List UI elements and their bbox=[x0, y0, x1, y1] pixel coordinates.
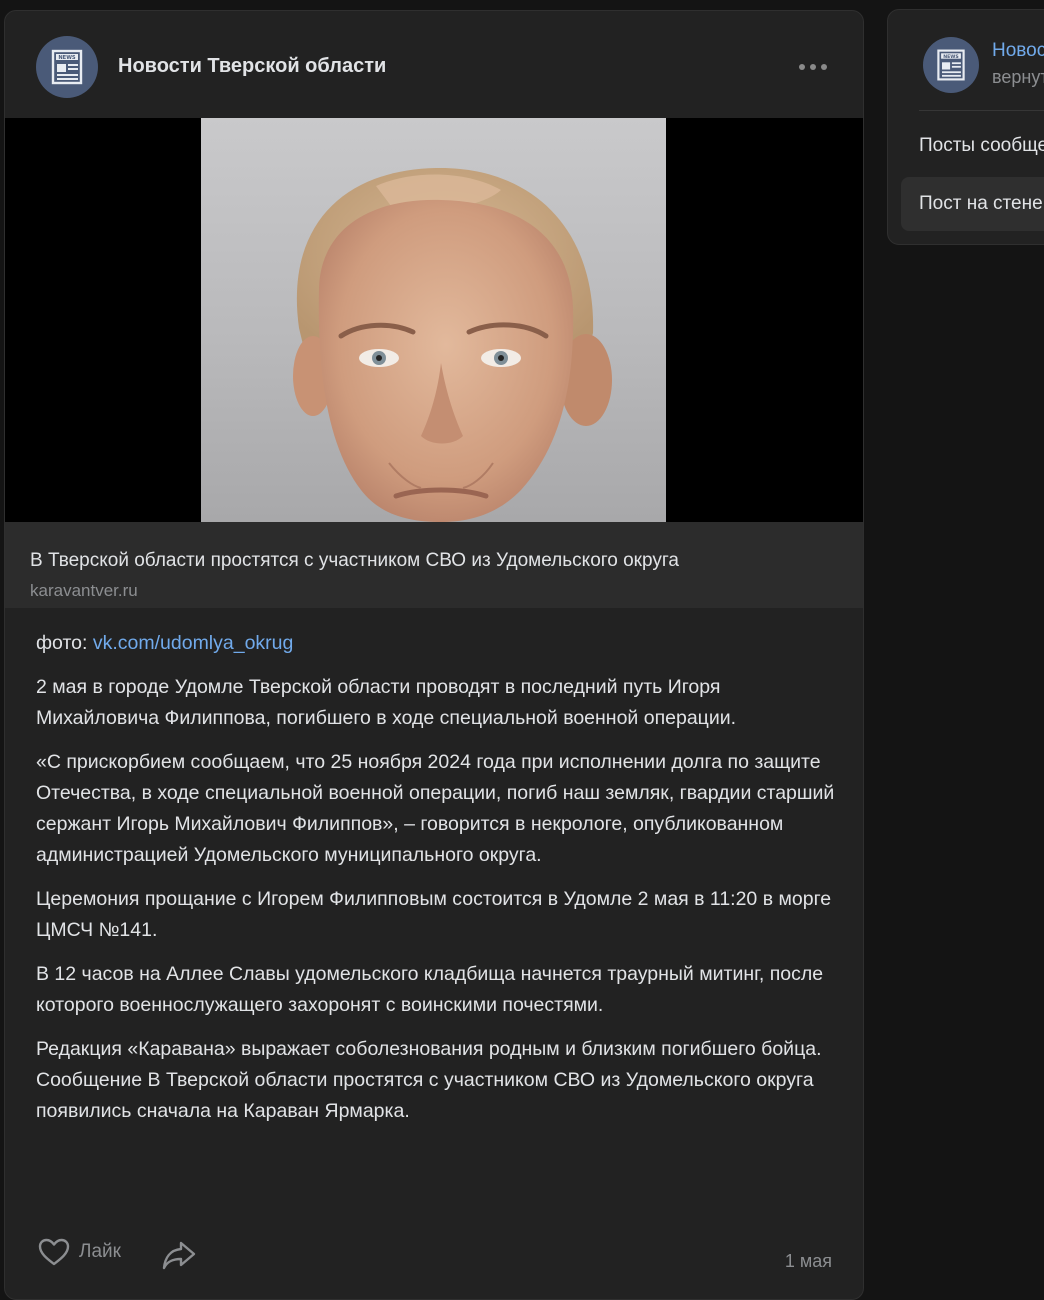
news-icon: NEWS bbox=[937, 49, 965, 81]
paragraph-1: 2 мая в городе Удомле Тверской области п… bbox=[36, 676, 737, 729]
link-card[interactable]: В Тверской области простятся с участнико… bbox=[5, 522, 863, 608]
sidebar-item-community-posts[interactable]: Посты сообщества bbox=[901, 119, 1044, 173]
post-card: NEWS Новости Тверской области В Тверской… bbox=[4, 10, 864, 1300]
post-header: NEWS Новости Тверской области bbox=[5, 11, 863, 119]
paragraph-3: Церемония прощание с Игорем Филипповым с… bbox=[36, 888, 832, 941]
paragraph-2: «С прискорбием сообщаем, что 25 ноября 2… bbox=[36, 751, 835, 866]
share-button[interactable] bbox=[161, 1239, 197, 1276]
paragraph-6: Сообщение В Тверской области простятся с… bbox=[36, 1069, 814, 1122]
group-avatar[interactable]: NEWS bbox=[36, 36, 98, 98]
post-text: фото: vk.com/udomlya_okrug 2 мая в город… bbox=[36, 628, 836, 1127]
like-label: Лайк bbox=[79, 1241, 121, 1262]
link-card-title[interactable]: В Тверской области простятся с участнико… bbox=[30, 550, 679, 572]
photo-credit-prefix: фото: bbox=[36, 632, 93, 654]
sidebar-back-link[interactable]: вернуться к сообществу bbox=[992, 67, 1044, 88]
sidebar-group-name[interactable]: Новости Тверской области bbox=[992, 40, 1044, 62]
sidebar-card: NEWS Новости Тверской области вернуться … bbox=[887, 9, 1044, 245]
post-footer: Лайк 1 мая bbox=[5, 1229, 863, 1279]
sidebar-group-avatar[interactable]: NEWS bbox=[923, 37, 979, 93]
group-name[interactable]: Новости Тверской области bbox=[118, 55, 386, 78]
svg-text:NEWS: NEWS bbox=[943, 54, 959, 60]
more-icon[interactable] bbox=[799, 55, 827, 79]
sidebar-divider bbox=[919, 110, 1044, 111]
link-card-domain: karavantver.ru bbox=[30, 581, 138, 600]
photo-credit: фото: vk.com/udomlya_okrug bbox=[36, 628, 836, 659]
post-photo[interactable] bbox=[5, 118, 863, 522]
post-date[interactable]: 1 мая bbox=[785, 1251, 832, 1272]
portrait-photo bbox=[201, 118, 666, 522]
share-icon bbox=[162, 1241, 196, 1270]
paragraph-4: В 12 часов на Аллее Славы удомельского к… bbox=[36, 963, 824, 1016]
paragraph-5: Редакция «Каравана» выражает соболезнова… bbox=[36, 1038, 822, 1060]
svg-text:NEWS: NEWS bbox=[58, 55, 76, 61]
like-button[interactable]: Лайк bbox=[37, 1237, 121, 1267]
photo-credit-link[interactable]: vk.com/udomlya_okrug bbox=[93, 632, 294, 654]
heart-icon bbox=[38, 1238, 70, 1266]
sidebar-item-wall-post[interactable]: Пост на стене bbox=[901, 177, 1044, 231]
news-icon: NEWS bbox=[51, 49, 83, 85]
